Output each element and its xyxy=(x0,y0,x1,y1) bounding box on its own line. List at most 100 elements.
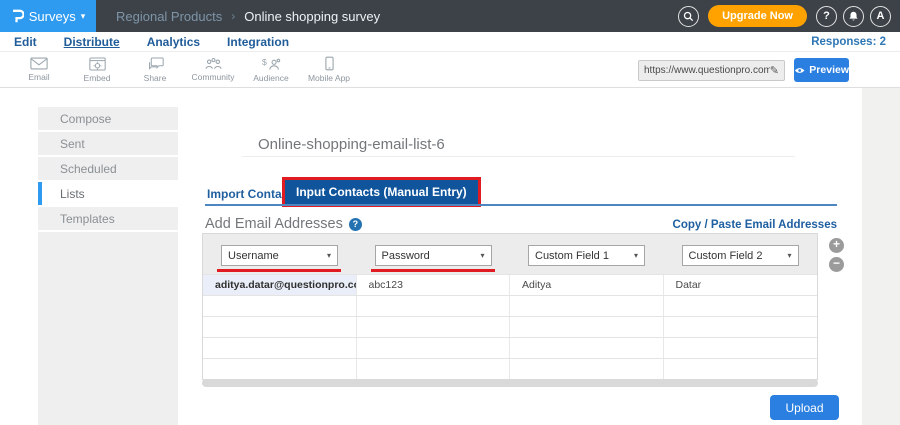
surveys-product-dropdown[interactable]: Surveys ▾ xyxy=(0,0,96,32)
toolbar-label: Embed xyxy=(83,72,111,83)
copy-paste-email-link[interactable]: Copy / Paste Email Addresses xyxy=(673,219,837,231)
responses-count-link[interactable]: Responses: 2 xyxy=(811,36,886,48)
custom-field-2-cell[interactable] xyxy=(664,296,818,316)
custom-field-2-cell[interactable] xyxy=(664,338,818,358)
toolbar-item-embed[interactable]: Embed xyxy=(68,53,126,87)
eye-icon xyxy=(794,67,805,73)
survey-url-input[interactable] xyxy=(644,65,770,76)
custom-field-2-column-select[interactable]: Custom Field 2 ▾ xyxy=(681,245,799,266)
toolbar-label: Email xyxy=(28,72,50,82)
custom-field-2-cell[interactable]: Datar xyxy=(664,275,818,295)
table-header-col-2: Password ▾ xyxy=(357,234,511,274)
annotation-red-box: Input Contacts (Manual Entry) xyxy=(282,177,481,207)
select-value: Username xyxy=(228,249,279,262)
annotation-red-underline xyxy=(217,269,341,272)
select-value: Custom Field 2 xyxy=(688,249,763,262)
toolbar-item-community[interactable]: Community xyxy=(184,53,242,87)
table-row-empty xyxy=(203,358,817,379)
preview-button[interactable]: Preview xyxy=(794,58,849,82)
table-header-col-1: Username ▾ xyxy=(203,234,357,274)
email-cell[interactable] xyxy=(203,359,357,379)
nav-tab-edit[interactable]: Edit xyxy=(14,35,37,49)
toolbar-item-audience[interactable]: $ Audience xyxy=(242,53,300,87)
questionpro-distribute-page: Surveys ▾ Regional Products › Online sho… xyxy=(0,0,900,425)
email-icon xyxy=(30,57,48,70)
toolbar-item-share[interactable]: Share xyxy=(126,53,184,87)
password-cell[interactable]: abc123 xyxy=(357,275,510,295)
share-icon xyxy=(148,57,164,70)
notifications-button[interactable] xyxy=(843,5,864,27)
add-row-button[interactable]: + xyxy=(829,238,844,253)
manual-entry-table: Username ▾ Password ▾ Custom Field 1 ▾ C… xyxy=(202,233,818,380)
username-column-select[interactable]: Username ▾ xyxy=(221,245,338,266)
select-value: Password xyxy=(381,249,430,262)
page-background-gutter xyxy=(862,88,900,425)
toolbar-item-mobile-app[interactable]: Mobile App xyxy=(300,53,358,87)
chevron-down-icon: ▾ xyxy=(480,251,485,260)
custom-field-1-cell[interactable] xyxy=(510,317,664,337)
account-avatar[interactable]: A xyxy=(870,5,891,27)
edit-url-icon[interactable]: ✎ xyxy=(770,64,779,77)
svg-text:$: $ xyxy=(262,57,267,67)
chevron-down-icon: ▾ xyxy=(633,251,638,260)
table-horizontal-scrollbar[interactable] xyxy=(202,379,818,387)
password-cell[interactable] xyxy=(357,296,510,316)
password-column-select[interactable]: Password ▾ xyxy=(374,245,492,266)
password-cell[interactable] xyxy=(357,359,510,379)
questionpro-logo-icon xyxy=(12,9,24,22)
table-header-row: Username ▾ Password ▾ Custom Field 1 ▾ C… xyxy=(203,234,817,274)
bell-icon xyxy=(849,11,858,21)
nav-tab-analytics[interactable]: Analytics xyxy=(147,35,200,49)
sidebar-item-scheduled[interactable]: Scheduled xyxy=(38,157,178,182)
title-divider xyxy=(242,156,795,157)
annotation-red-underline xyxy=(370,269,495,272)
top-bar: Surveys ▾ Regional Products › Online sho… xyxy=(0,0,900,32)
search-button[interactable] xyxy=(678,5,700,27)
toolbar-item-email[interactable]: Email xyxy=(10,53,68,87)
breadcrumb-survey-name: Online shopping survey xyxy=(244,8,381,24)
remove-row-button[interactable]: − xyxy=(829,257,844,272)
upgrade-now-button[interactable]: Upgrade Now xyxy=(708,5,807,27)
question-mark-icon: ? xyxy=(823,10,830,22)
sidebar-item-lists[interactable]: Lists xyxy=(38,182,178,207)
help-icon[interactable]: ? xyxy=(348,217,362,231)
email-list-title: Online-shopping-email-list-6 xyxy=(258,136,445,153)
sidebar-item-templates[interactable]: Templates xyxy=(38,207,178,232)
custom-field-1-column-select[interactable]: Custom Field 1 ▾ xyxy=(528,245,645,266)
email-cell[interactable] xyxy=(203,338,357,358)
chevron-down-icon: ▾ xyxy=(326,251,331,260)
nav-tab-distribute[interactable]: Distribute xyxy=(64,35,120,49)
distribute-toolbar: Email Embed Share Community $ Audience M… xyxy=(0,52,900,88)
custom-field-1-cell[interactable] xyxy=(510,296,664,316)
custom-field-1-cell[interactable] xyxy=(510,359,664,379)
email-cell[interactable] xyxy=(203,317,357,337)
email-cell[interactable]: aditya.datar@questionpro.com xyxy=(203,275,357,295)
community-icon xyxy=(204,57,222,69)
table-header-col-4: Custom Field 2 ▾ xyxy=(664,234,818,274)
password-cell[interactable] xyxy=(357,338,510,358)
lists-sidebar: Compose Sent Scheduled Lists Templates xyxy=(38,107,178,425)
tab-input-contacts-manual-entry[interactable]: Input Contacts (Manual Entry) xyxy=(285,180,478,204)
search-icon xyxy=(683,11,694,21)
custom-field-2-cell[interactable] xyxy=(664,317,818,337)
sidebar-item-sent[interactable]: Sent xyxy=(38,132,178,157)
password-cell[interactable] xyxy=(357,317,510,337)
embed-icon xyxy=(88,57,106,70)
chevron-down-icon: ▾ xyxy=(787,251,792,260)
sidebar-item-compose[interactable]: Compose xyxy=(38,107,178,132)
table-row-empty xyxy=(203,337,817,358)
mobile-phone-icon xyxy=(324,56,334,71)
nav-tab-integration[interactable]: Integration xyxy=(227,35,289,49)
upload-button[interactable]: Upload xyxy=(770,395,839,420)
help-button[interactable]: ? xyxy=(816,5,837,27)
custom-field-1-cell[interactable] xyxy=(510,338,664,358)
breadcrumb-folder[interactable]: Regional Products xyxy=(116,9,222,24)
custom-field-1-cell[interactable]: Aditya xyxy=(510,275,664,295)
breadcrumb-separator-icon: › xyxy=(231,9,236,23)
table-row-empty xyxy=(203,295,817,316)
email-cell[interactable] xyxy=(203,296,357,316)
survey-url-field[interactable]: ✎ xyxy=(638,60,785,81)
custom-field-2-cell[interactable] xyxy=(664,359,818,379)
add-email-addresses-header: Add Email Addresses ? xyxy=(205,216,362,232)
breadcrumb: Regional Products › Online shopping surv… xyxy=(116,9,380,24)
